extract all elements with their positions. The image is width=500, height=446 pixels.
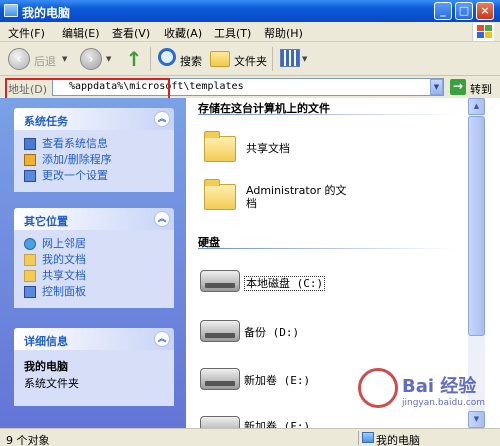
title-bar: 我的电脑 _ □ × [0,0,500,22]
panel-title: 其它位置 [24,215,68,228]
folders-button[interactable]: 文件夹 [234,53,267,69]
panel-title: 详细信息 [24,335,68,348]
network-icon [24,238,36,250]
up-folder-icon[interactable]: ↑ [124,48,144,70]
my-documents-link[interactable]: 我的文档 [24,252,166,268]
system-tasks-header[interactable]: 系统任务 ︽ [14,108,174,130]
admin-documents-folder-icon[interactable] [204,179,236,210]
search-icon[interactable] [158,48,176,66]
group-divider [198,248,458,249]
other-places-panel: 其它位置 ︽ 网上邻居 我的文档 共享文档 控制面板 [14,208,174,308]
go-button[interactable]: 转到 [470,81,492,97]
scroll-thumb[interactable] [468,116,485,336]
add-remove-programs-link[interactable]: 添加/删除程序 [24,152,166,168]
other-places-header[interactable]: 其它位置 ︽ [14,208,174,230]
toolbar-separator [272,47,273,71]
change-setting-link[interactable]: 更改一个设置 [24,168,166,184]
baidu-paw-icon [358,368,398,408]
details-name: 我的电脑 [24,360,68,373]
go-arrow-icon[interactable]: → [450,79,466,95]
backup-d-item[interactable]: 备份 (D:) [244,326,299,339]
local-disk-c-item[interactable]: 本地磁盘 (C:) [244,276,326,291]
menu-edit[interactable]: 编辑(E) [62,25,100,41]
back-label[interactable]: 后退 [34,53,56,69]
control-panel-link[interactable]: 控制面板 [24,284,166,300]
folders-icon[interactable] [210,51,230,67]
shared-documents-link[interactable]: 共享文档 [24,268,166,284]
details-panel: 详细信息 ︽ 我的电脑 系统文件夹 [14,328,174,406]
new-volume-e-item[interactable]: 新加卷 (E:) [244,374,310,387]
views-icon[interactable] [280,49,300,67]
object-count: 9 个对象 [6,434,50,446]
back-arrow-icon[interactable]: ‹ [8,48,30,70]
search-button[interactable]: 搜索 [180,53,202,69]
panel-title: 系统任务 [24,115,68,128]
system-info-icon [24,138,36,150]
control-panel-icon [24,170,36,182]
close-button[interactable]: × [476,2,494,20]
backup-d-drive-icon[interactable] [200,320,240,342]
status-separator [358,431,359,445]
shared-documents-folder-icon[interactable] [204,131,236,162]
address-dropdown-icon[interactable]: ▼ [430,79,443,95]
menu-favorites[interactable]: 收藏(A) [164,25,202,41]
shared-documents-item[interactable]: 共享文档 [246,142,290,155]
details-type: 系统文件夹 [24,377,79,390]
collapse-chevron-icon[interactable]: ︽ [154,331,170,347]
network-places-link[interactable]: 网上邻居 [24,236,166,252]
menu-file[interactable]: 文件(F) [8,25,45,41]
status-bar: 9 个对象 我的电脑 [0,428,500,446]
menu-help[interactable]: 帮助(H) [264,25,303,41]
toolbar-separator [150,47,151,71]
forward-dropdown-icon[interactable]: ▼ [106,55,111,63]
back-dropdown-icon[interactable]: ▼ [62,55,67,63]
group-divider [198,114,458,115]
maximize-button[interactable]: □ [455,2,473,20]
forward-arrow-icon[interactable]: › [80,48,102,70]
collapse-chevron-icon[interactable]: ︽ [154,211,170,227]
scroll-up-icon[interactable]: ▲ [468,98,485,115]
minimize-button[interactable]: _ [434,2,452,20]
details-header[interactable]: 详细信息 ︽ [14,328,174,350]
window-title: 我的电脑 [22,6,71,20]
control-panel-icon [24,286,36,298]
documents-folder-icon [24,254,36,266]
highlight-box [5,78,170,100]
my-computer-icon [4,4,18,17]
shared-folder-icon [24,270,36,282]
menu-bar: 文件(F) 编辑(E) 查看(V) 收藏(A) 工具(T) 帮助(H) [0,22,500,42]
new-volume-e-drive-icon[interactable] [200,368,240,390]
local-disk-c-icon[interactable] [200,270,240,292]
views-dropdown-icon[interactable]: ▼ [302,55,307,63]
system-info-link[interactable]: 查看系统信息 [24,136,166,152]
menu-tools[interactable]: 工具(T) [214,25,251,41]
baidu-watermark: Bai 经验 jingyan.baidu.com [358,368,488,418]
my-computer-icon [362,432,374,443]
programs-icon [24,154,36,166]
admin-documents-item[interactable]: Administrator 的文档 [246,184,356,210]
menu-view[interactable]: 查看(V) [112,25,150,41]
task-pane: 系统任务 ︽ 查看系统信息 添加/删除程序 更改一个设置 其它位置 ︽ 网上邻居… [0,98,186,428]
system-tasks-panel: 系统任务 ︽ 查看系统信息 添加/删除程序 更改一个设置 [14,108,174,192]
windows-logo-icon [472,23,494,41]
collapse-chevron-icon[interactable]: ︽ [154,111,170,127]
status-location: 我的电脑 [376,434,420,446]
toolbar: ‹ 后退 ▼ › ▼ ↑ 搜索 文件夹 ▼ [0,42,500,76]
